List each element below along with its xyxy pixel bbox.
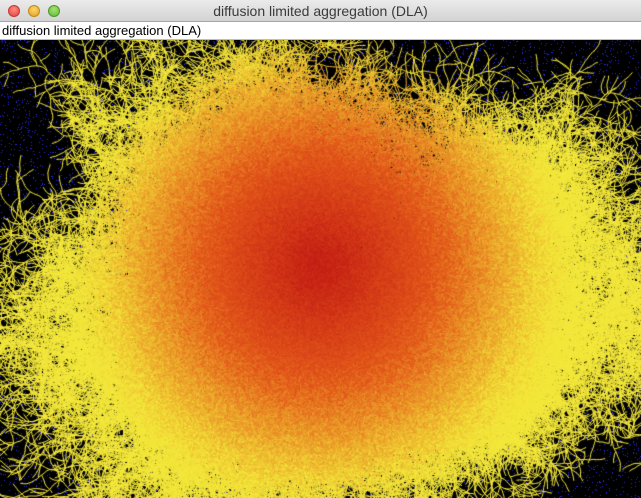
title-bar[interactable]: diffusion limited aggregation (DLA)	[0, 0, 641, 22]
app-window: diffusion limited aggregation (DLA) diff…	[0, 0, 641, 498]
canvas-title: diffusion limited aggregation (DLA)	[2, 23, 202, 38]
canvas-header: diffusion limited aggregation (DLA)	[0, 22, 641, 40]
dla-canvas[interactable]	[0, 40, 641, 498]
simulation-viewport[interactable]	[0, 40, 641, 498]
window-title: diffusion limited aggregation (DLA)	[213, 3, 428, 19]
